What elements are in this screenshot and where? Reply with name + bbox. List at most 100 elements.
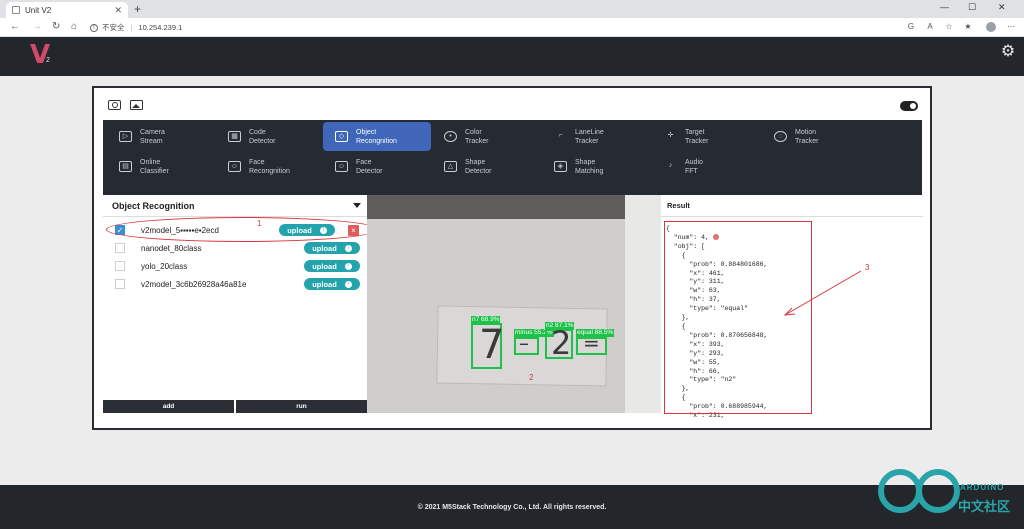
audio-icon: ♪ xyxy=(668,162,673,169)
func-label: Face xyxy=(249,158,265,166)
motion-icon: ◌ xyxy=(774,131,787,142)
favorites-list-icon[interactable]: ★ xyxy=(963,22,973,32)
func-audio-fft[interactable]: ♪ Audio FFT xyxy=(652,152,760,181)
image-icon[interactable] xyxy=(130,100,143,110)
window-close-icon[interactable]: ✕ xyxy=(998,2,1006,13)
func-label: Detector xyxy=(465,167,492,175)
browser-tab[interactable]: Unit V2 ✕ xyxy=(6,2,128,18)
panel-footer: add run xyxy=(103,400,367,413)
app-logo: V xyxy=(30,40,51,70)
watermark-cn: 中文社区 xyxy=(958,499,1011,514)
func-motion-tracker[interactable]: ◌ Motion Tracker xyxy=(762,122,870,151)
checkbox[interactable] xyxy=(115,279,125,289)
more-menu-icon[interactable]: ⋯ xyxy=(1006,22,1016,32)
func-label: Recongnition xyxy=(249,167,290,175)
annotation-number: 3 xyxy=(865,263,870,272)
upload-label: upload xyxy=(312,279,337,289)
tab-close-icon[interactable]: ✕ xyxy=(114,5,122,16)
reload-icon[interactable]: ↻ xyxy=(52,21,60,33)
model-row[interactable]: yolo_20class upload ↑ xyxy=(103,257,367,275)
tab-title: Unit V2 xyxy=(25,5,52,15)
func-laneline-tracker[interactable]: ⌐ LaneLine Tracker xyxy=(542,122,650,151)
shape-match-icon: ◈ xyxy=(554,161,567,172)
camera-icon[interactable] xyxy=(108,100,121,110)
func-label: Matching xyxy=(575,167,604,175)
warning-icon: ! xyxy=(90,23,98,32)
func-camera-stream[interactable]: ▷ Camera Stream xyxy=(107,122,215,151)
func-online-classifier[interactable]: ▤ Online Classifier xyxy=(107,152,215,181)
object-recognition-panel: Object Recognition ✓ v2model_5▪▪▪▪▪e▪2ec… xyxy=(103,195,379,413)
model-name: yolo_20class xyxy=(141,261,188,271)
func-label: Shape xyxy=(575,158,596,166)
func-color-tracker[interactable]: • Color Tracker xyxy=(432,122,540,151)
func-target-tracker[interactable]: ✛ Target Tracker xyxy=(652,122,760,151)
app-header: V 2 ⚙ xyxy=(0,37,1024,76)
handwritten-minus: – xyxy=(519,331,529,355)
minimize-icon[interactable]: — xyxy=(940,2,949,12)
crosshair-icon: ✛ xyxy=(667,132,674,139)
func-label: Face xyxy=(356,158,372,166)
func-object-recognition[interactable]: ◇ Object Recongnition xyxy=(323,122,431,151)
panel-title[interactable]: Object Recognition xyxy=(103,195,367,217)
func-code-detector[interactable]: ▦ Code Detector xyxy=(216,122,324,151)
annotation-arrow xyxy=(783,270,862,316)
checkbox[interactable] xyxy=(115,261,125,271)
func-label: Camera xyxy=(140,128,165,136)
function-menu: ▷ Camera Stream ▦ Code Detector ◇ Object Recon… xyxy=(103,120,922,195)
camera-bg xyxy=(625,195,661,413)
new-tab-button[interactable]: + xyxy=(134,2,141,16)
home-icon[interactable]: ⌂ xyxy=(71,21,77,33)
run-button[interactable]: run xyxy=(236,400,367,413)
camera-view: n7 68.9% 7 minus 55.2% – n2 87.1% 2 equa… xyxy=(367,195,661,413)
func-label: Motion xyxy=(795,128,817,136)
func-label: Tracker xyxy=(465,137,489,145)
upload-icon: ↑ xyxy=(344,244,352,252)
browser-tabbar: Unit V2 ✕ + — ☐ ✕ xyxy=(0,0,1024,18)
face-detect-icon: ☺ xyxy=(335,161,348,172)
add-button[interactable]: add xyxy=(103,400,234,413)
read-aloud-icon[interactable]: A xyxy=(925,22,935,32)
toggle-switch[interactable] xyxy=(900,101,918,111)
favicon-icon xyxy=(12,6,20,14)
address-bar: ← → ↻ ⌂ ! 不安全 | 10.254.239.1 G A ☆ ★ ⋯ xyxy=(0,18,1024,37)
shapes-icon: △ xyxy=(444,161,457,172)
handwritten-digit: 2 xyxy=(551,324,572,362)
func-label: Classifier xyxy=(140,167,169,175)
upload-button[interactable]: upload ↑ xyxy=(304,242,360,254)
main-panel: ▷ Camera Stream ▦ Code Detector ◇ Object Recon… xyxy=(92,86,932,430)
cube-icon: ◇ xyxy=(335,131,348,142)
func-face-detector[interactable]: ☺ Face Detector xyxy=(323,152,431,181)
func-label: Code xyxy=(249,128,266,136)
model-row[interactable]: v2model_3c6b26928a46a81e upload ↑ xyxy=(103,275,367,293)
maximize-icon[interactable]: ☐ xyxy=(968,2,976,13)
caret-down-icon[interactable] xyxy=(353,203,361,208)
classifier-icon: ▤ xyxy=(119,161,132,172)
func-label: Target xyxy=(685,128,705,136)
url-field[interactable]: ! 不安全 | 10.254.239.1 xyxy=(90,21,920,34)
url-separator: | xyxy=(130,23,133,32)
func-face-recognition[interactable]: ☺ Face Recongnition xyxy=(216,152,324,181)
gear-icon[interactable]: ⚙ xyxy=(1000,44,1016,60)
back-icon[interactable]: ← xyxy=(10,21,20,33)
checkbox[interactable] xyxy=(115,243,125,253)
func-label: FFT xyxy=(685,167,698,175)
func-shape-matching[interactable]: ◈ Shape Matching xyxy=(542,152,650,181)
translate-icon[interactable]: G xyxy=(906,22,916,32)
forward-icon[interactable]: → xyxy=(32,21,42,33)
app-footer: © 2021 M5Stack Technology Co., Ltd. All … xyxy=(0,485,1024,529)
upload-button[interactable]: upload ↑ xyxy=(304,260,360,272)
func-label: Tracker xyxy=(685,137,709,145)
func-label: Object xyxy=(356,128,377,136)
handwritten-equal: = xyxy=(583,331,600,355)
upload-icon: ↑ xyxy=(344,262,352,270)
func-label: Shape xyxy=(465,158,486,166)
upload-button[interactable]: upload ↑ xyxy=(304,278,360,290)
func-shape-detector[interactable]: △ Shape Detector xyxy=(432,152,540,181)
handwritten-digit: 7 xyxy=(479,322,505,368)
insecure-label: 不安全 xyxy=(102,23,125,32)
annotation-ellipse xyxy=(106,217,379,242)
func-label: Color xyxy=(465,128,482,136)
profile-avatar[interactable] xyxy=(986,22,996,32)
palette-icon: • xyxy=(444,131,457,142)
favorite-icon[interactable]: ☆ xyxy=(944,22,954,32)
